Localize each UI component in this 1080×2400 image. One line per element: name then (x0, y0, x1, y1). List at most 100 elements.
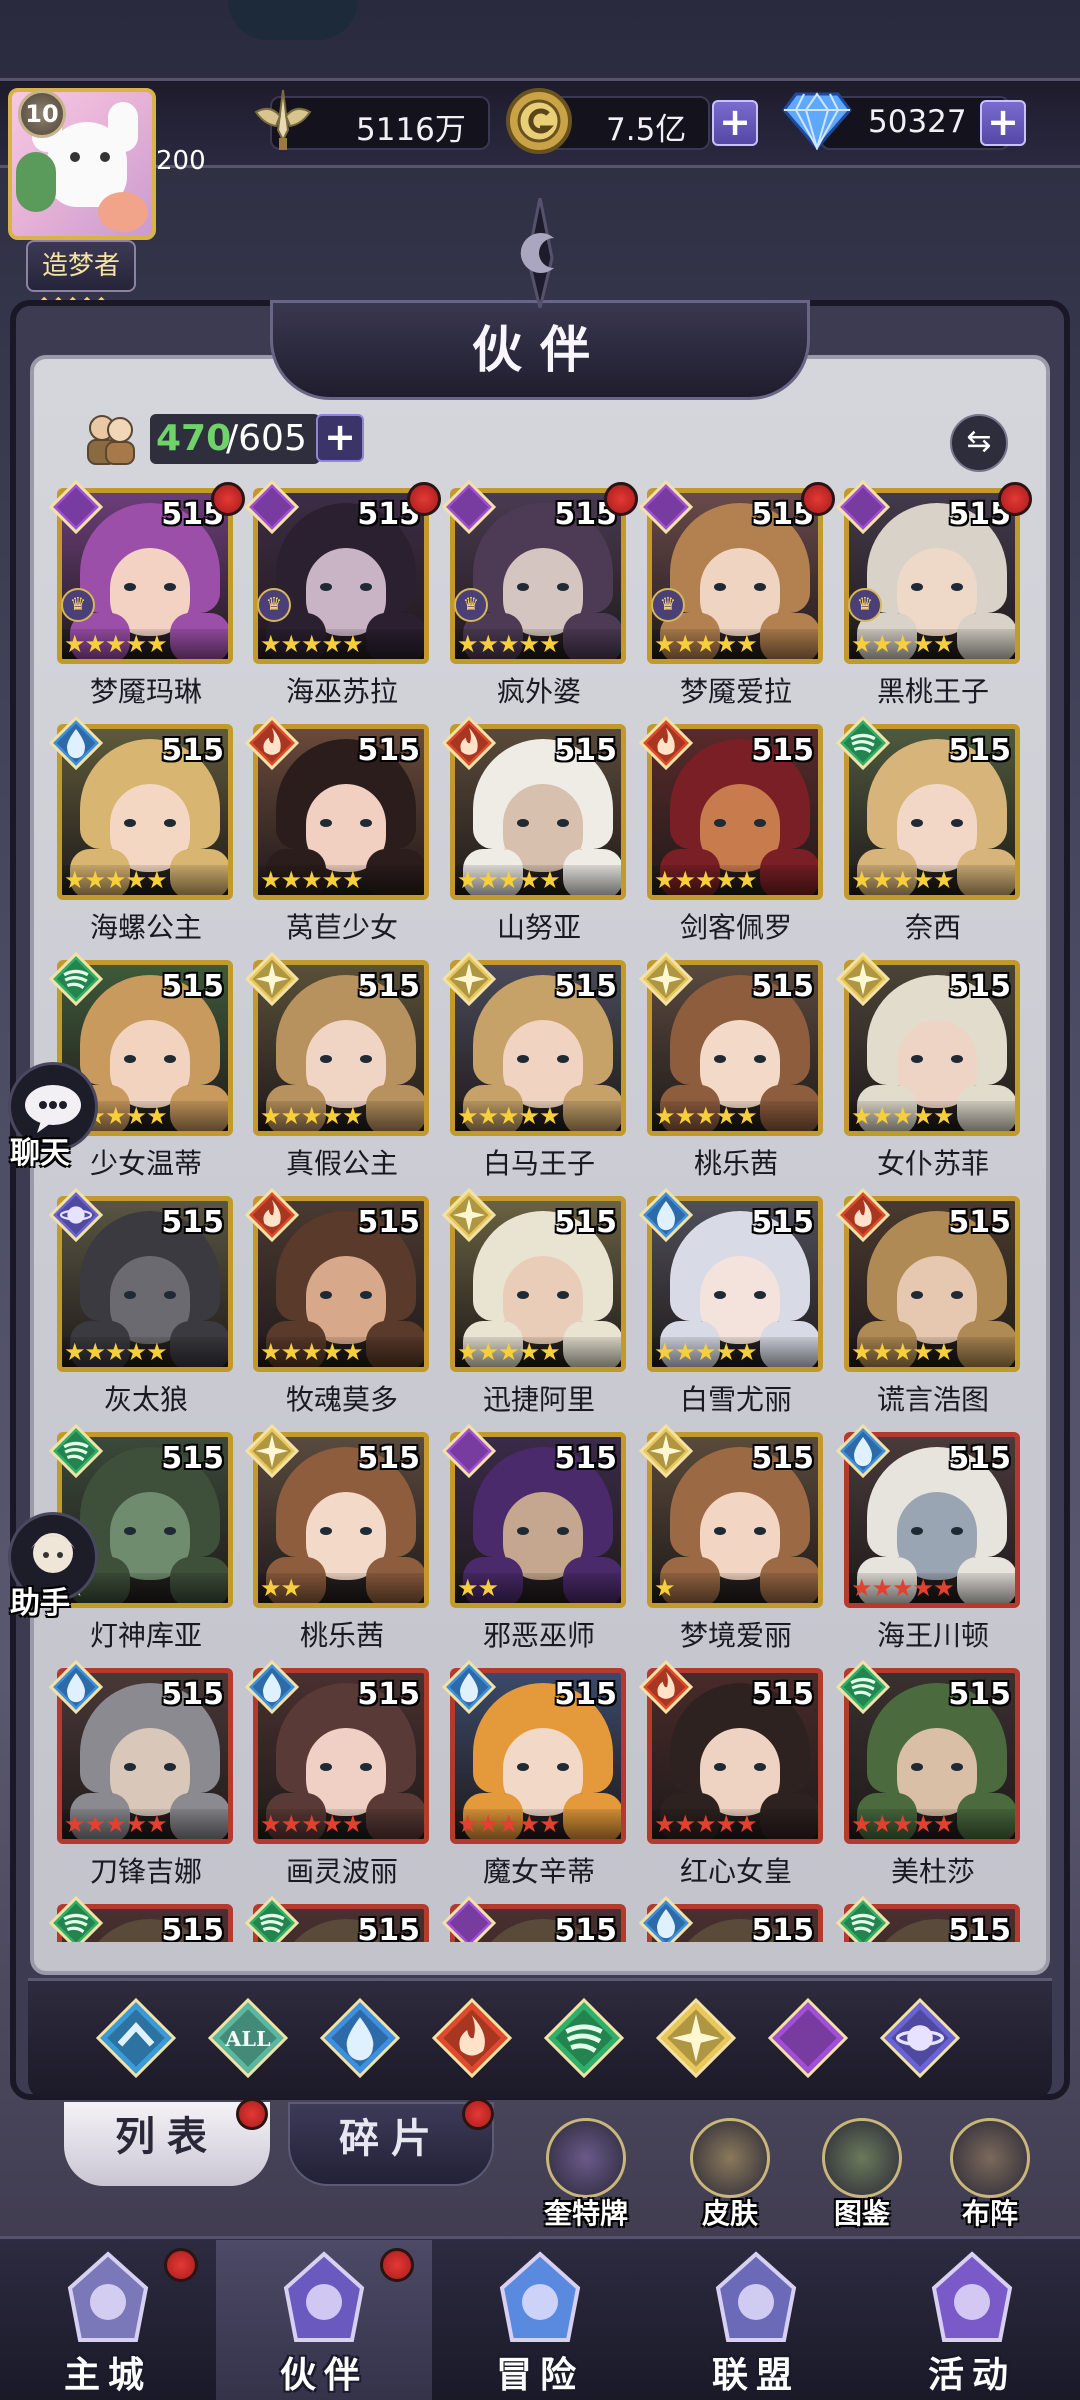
flame-icon (441, 715, 497, 771)
partner-card[interactable]: 515 ★★★★★ 刀锋吉娜 (48, 1659, 235, 1888)
partner-card[interactable]: 515 (48, 1895, 235, 1942)
partner-stars: ★★ (258, 1573, 424, 1603)
partner-level: 515 (554, 1913, 617, 1942)
notification-dot (407, 482, 441, 516)
crown-icon: ♛ (257, 588, 291, 622)
partner-card[interactable]: 515 ★★★★★ 女仆苏菲 (835, 951, 1022, 1180)
nav-cards[interactable]: 活动 (864, 2240, 1080, 2400)
all-icon: ALL (207, 1997, 289, 2082)
rank-title[interactable]: 造梦者 (26, 240, 136, 292)
nav-shield[interactable]: 联盟 (648, 2240, 864, 2400)
quick-action-label: 图鉴 (833, 2197, 890, 2230)
partner-card[interactable]: 515 ★★★★★ 美杜莎 (835, 1659, 1022, 1888)
partner-level: 515 (554, 1205, 617, 1240)
partner-level: 515 (751, 1441, 814, 1476)
partner-stars: ★★★★★ (652, 865, 818, 895)
moon-icon (244, 480, 300, 535)
add-gold-button[interactable]: + (712, 100, 758, 146)
card-collection-icon (822, 2118, 902, 2198)
partner-card[interactable]: 515 ★★★★★ ♛ 海巫苏拉 (244, 480, 441, 708)
partner-level: 515 (948, 1205, 1011, 1240)
partner-card[interactable]: 515 ★★★★★ 海王川顿 (835, 1423, 1022, 1652)
partner-card[interactable]: 515 (835, 1895, 1022, 1942)
quick-action-2[interactable]: 图鉴 (812, 2118, 912, 2230)
partner-card[interactable]: 515 ★★★★★ 红心女皇 (638, 1659, 825, 1888)
filter-all-button[interactable]: ALL (207, 1997, 289, 2079)
filter-wind-button[interactable] (543, 1997, 625, 2079)
nav-notification-dot (380, 2248, 414, 2282)
filter-cosmos-button[interactable] (879, 1997, 961, 2079)
partner-card[interactable]: 515 ★★★★★ ♛ 黑桃王子 (835, 480, 1032, 708)
moon-icon (441, 1423, 497, 1479)
partner-count-max: /605 (226, 418, 307, 459)
partner-card[interactable]: 515 ★★ 桃乐茜 (244, 1423, 431, 1652)
notification-dot (998, 482, 1032, 516)
partner-card[interactable]: 515 ★★★★★ ♛ 疯外婆 (441, 480, 638, 708)
sword-wings-icon (254, 89, 312, 150)
expand-slots-button[interactable]: + (316, 414, 364, 462)
moon-icon (767, 1997, 849, 2082)
partner-card[interactable]: 515 ★★★★★ ♛ 梦魇爱拉 (638, 480, 835, 708)
partner-card[interactable]: 515 (244, 1895, 431, 1942)
partner-stars: ★★★★★ (258, 1101, 424, 1131)
partner-stars: ★★★★★ (62, 629, 228, 659)
shield-icon (706, 2248, 806, 2348)
quick-action-1[interactable]: 皮肤 (680, 2118, 780, 2230)
witch-hat-icon (274, 2248, 374, 2348)
partner-card[interactable]: 515 ★ 梦境爱丽 (638, 1423, 825, 1652)
partner-card[interactable]: 515 ★★★★★ 白雪尤丽 (638, 1187, 825, 1416)
sort-toggle-button[interactable]: ⇆ (950, 414, 1008, 472)
partner-card[interactable]: 515 ★★★★★ 剑客佩罗 (638, 715, 825, 944)
castle-icon (58, 2248, 158, 2348)
partner-card[interactable]: 515 ★★★★★ 白马王子 (441, 951, 628, 1180)
nav-compass[interactable]: 冒险 (432, 2240, 648, 2400)
light-star-icon (441, 1187, 497, 1243)
partner-card[interactable]: 515 ★★★★★ 桃乐茜 (638, 951, 825, 1180)
moon-icon (48, 480, 104, 535)
quick-action-3[interactable]: 布阵 (940, 2118, 1040, 2230)
partner-card[interactable]: 515 ★★★★★ ♛ 梦魇玛琳 (48, 480, 245, 708)
quick-action-0[interactable]: 奎特牌 (536, 2118, 636, 2230)
partner-name: 美杜莎 (890, 1855, 975, 1888)
filter-light-button[interactable] (655, 1997, 737, 2079)
quick-action-label: 皮肤 (701, 2197, 758, 2230)
filter-moon-button[interactable] (767, 1997, 849, 2079)
filter-water-button[interactable] (319, 1997, 401, 2079)
partner-name: 奈西 (904, 911, 961, 944)
partner-name: 梦魇爱拉 (679, 675, 792, 708)
partner-card[interactable]: 515 (441, 1895, 628, 1942)
filter-fire-button[interactable] (431, 1997, 513, 2079)
partner-stars: ★★★★★ (62, 865, 228, 895)
partner-name: 真假公主 (285, 1147, 398, 1180)
planet-icon (48, 1187, 104, 1243)
partner-card[interactable]: 515 ★★★★★ 谎言浩图 (835, 1187, 1022, 1416)
quick-action-label: 奎特牌 (543, 2197, 628, 2230)
partner-name: 红心女皇 (679, 1855, 792, 1888)
partner-card[interactable]: 515 ★★★★★ 莴苣少女 (244, 715, 431, 944)
add-diamond-button[interactable]: + (980, 100, 1026, 146)
partner-name: 莴苣少女 (285, 911, 398, 944)
notification-dot (801, 482, 835, 516)
gold-value: 7.5亿 (606, 112, 687, 148)
partner-card[interactable]: 515 ★★★★★ 魔女辛蒂 (441, 1659, 628, 1888)
partner-card[interactable]: 515 (638, 1895, 825, 1942)
partner-name: 灰太狼 (103, 1383, 188, 1416)
partner-card[interactable]: 515 ★★★★★ 真假公主 (244, 951, 431, 1180)
player-level-badge: 10 (18, 90, 66, 138)
player-vip-value: 200 (156, 146, 206, 176)
cards-icon (922, 2248, 1022, 2348)
partner-card[interactable]: 515 ★★ 邪恶巫师 (441, 1423, 628, 1652)
partner-card[interactable]: 515 ★★★★★ 海螺公主 (48, 715, 235, 944)
partner-card[interactable]: 515 ★★★★★ 奈西 (835, 715, 1022, 944)
partner-card[interactable]: 515 ★★★★★ 山努亚 (441, 715, 628, 944)
partner-stars: ★★★★★ (849, 1573, 1015, 1603)
wind-swirl-icon (48, 1895, 104, 1942)
partner-stars: ★★★★★ (849, 629, 1015, 659)
partner-stars: ★★★★★ (258, 1809, 424, 1839)
partner-card[interactable]: 515 ★★★★★ 牧魂莫多 (244, 1187, 431, 1416)
crown-icon: ♛ (651, 588, 685, 622)
partner-card[interactable]: 515 ★★★★★ 画灵波丽 (244, 1659, 431, 1888)
filter-diamond-blue-button[interactable] (95, 1997, 177, 2079)
partner-card[interactable]: 515 ★★★★★ 迅捷阿里 (441, 1187, 628, 1416)
partner-card[interactable]: 515 ★★★★★ 灰太狼 (48, 1187, 235, 1416)
